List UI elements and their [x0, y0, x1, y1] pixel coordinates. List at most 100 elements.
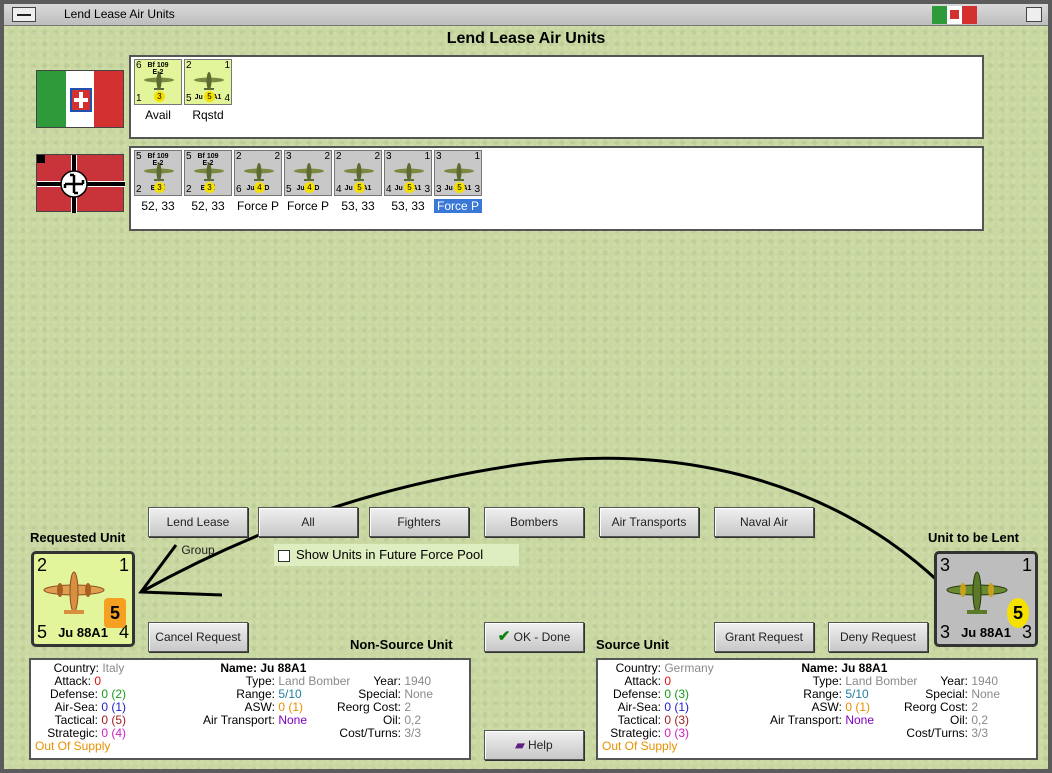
air-transport-label: Air Transport:	[202, 713, 275, 727]
counter-top-right: 2	[274, 151, 280, 162]
range-value: 5/10	[845, 687, 869, 701]
future-force-pool-checkbox[interactable]: Show Units in Future Force Pool	[274, 544, 519, 566]
unit-label: 52, 33	[191, 199, 225, 213]
unit-counter[interactable]: 52EmilBf 109 E-2352, 33	[184, 150, 232, 213]
strength-dot: 3	[204, 182, 215, 193]
page-title: Lend Lease Air Units	[446, 30, 606, 47]
filter-all-button[interactable]: All	[258, 507, 358, 537]
unit-counter[interactable]: 3143Ju 88A1553, 33	[384, 150, 432, 213]
lent-unit-counter[interactable]: 3 1 3 3 5 Ju 88A1	[934, 551, 1038, 647]
plane-icon	[344, 163, 374, 181]
counter-top-right: 2	[374, 151, 380, 162]
bomber-plane-icon	[43, 571, 105, 614]
plane-icon	[294, 163, 324, 181]
counter-top-name: Bf 109 E-2	[147, 62, 169, 76]
grant-request-button[interactable]: Grant Request	[714, 622, 814, 652]
unit-counter[interactable]: 325Ju 87D4 Force P	[284, 150, 332, 213]
close-button[interactable]	[1026, 7, 1042, 22]
name-value: Ju 88A1	[841, 661, 888, 675]
checkmark-icon: ✔	[497, 628, 511, 645]
unit-counter[interactable]: 226Ju 87D4Force P	[234, 150, 282, 213]
oil-value: 0,2	[971, 713, 989, 727]
italy-flag-mini-icon	[932, 6, 978, 24]
plane-icon	[194, 72, 224, 90]
country-value: Italy	[102, 661, 125, 675]
strategic-value: 0 (3)	[664, 726, 690, 740]
counter-top-right: 1	[424, 151, 430, 162]
country-value: Germany	[664, 661, 714, 675]
counter-top-name: Bf 109 E-2	[197, 153, 219, 167]
source-info-panel: Country: Germany Attack: 0 Defense: 0 (3…	[596, 658, 1038, 760]
help-button[interactable]: ▰ Help	[484, 730, 584, 760]
unit-to-be-lent-heading: Unit to be Lent	[928, 530, 1019, 545]
counter-top-left: 3	[386, 151, 392, 162]
ok-done-label: OK - Done	[513, 630, 571, 644]
unit-counter[interactable]: 52EmilBf 109 E-2352, 33	[134, 150, 182, 213]
unit-label: Rqstd	[192, 108, 224, 122]
system-menu-button[interactable]	[12, 7, 36, 22]
filter-naval-air-button[interactable]: Naval Air	[714, 507, 814, 537]
filter-bombers-button[interactable]: Bombers	[484, 507, 584, 537]
tactical-value: 0 (3)	[664, 713, 690, 727]
counter-face: 226Ju 87D4	[234, 150, 282, 196]
strength-dot: 5	[404, 182, 415, 193]
filter-fighters-button[interactable]: Fighters	[369, 507, 469, 537]
italy-flag-icon	[36, 70, 124, 128]
counter-top-right: 1	[474, 151, 480, 162]
strength-dot: 3	[154, 91, 165, 102]
counter-face: 325Ju 87D4	[284, 150, 332, 196]
cost-turns-value: 3/3	[404, 726, 422, 740]
help-book-icon: ▰	[515, 738, 525, 752]
deny-request-button[interactable]: Deny Request	[828, 622, 928, 652]
help-label: Help	[527, 738, 553, 752]
special-value: None	[404, 687, 434, 701]
lend-lease-window: Lend Lease Air Units Lend Lease Air Unit…	[0, 0, 1052, 773]
counter-face: 52EmilBf 109 E-23	[184, 150, 232, 196]
requested-unit-heading: Requested Unit	[30, 530, 126, 545]
counter-bottom-left: 1	[136, 93, 142, 104]
unit-label: Force P	[286, 199, 329, 213]
strength-dot: 4	[304, 182, 315, 193]
checkbox-box[interactable]	[278, 549, 290, 562]
asw-value: 0 (1)	[845, 700, 871, 714]
air-transport-value: None	[278, 713, 308, 727]
special-value: None	[971, 687, 1001, 701]
air-transport-value: None	[845, 713, 875, 727]
counter-top-name: Bf 109 E-2	[147, 153, 169, 167]
strength-badge: 5	[1007, 598, 1029, 628]
unit-counter[interactable]: 6 1 Bf 109 E-2 3 Avail	[134, 59, 182, 122]
plane-icon	[244, 163, 274, 181]
unit-counter[interactable]: 3133Ju 88A15Force P	[434, 150, 482, 213]
plane-icon	[444, 163, 474, 181]
ok-done-button[interactable]: ✔ OK - Done	[484, 622, 584, 652]
year-value: 1940	[404, 674, 432, 688]
counter-name: Ju 88A1	[58, 625, 108, 640]
counter-top-right: 1	[1021, 555, 1032, 575]
tactical-value: 0 (5)	[101, 713, 127, 727]
counter-face: 3143Ju 88A15	[384, 150, 432, 196]
checkbox-label: Show Units in Future Force Pool	[296, 547, 484, 562]
filter-air-transports-button[interactable]: Air Transports	[599, 507, 699, 537]
attack-value: 0	[664, 674, 672, 688]
cancel-request-button[interactable]: Cancel Request	[148, 622, 248, 652]
air-sea-value: 0 (1)	[664, 700, 690, 714]
unit-counter[interactable]: 2154Ju 88A15Rqstd	[184, 59, 232, 122]
counter-top-left: 2	[236, 151, 242, 162]
counter-face: 3133Ju 88A15	[434, 150, 482, 196]
lend-lease-group-button[interactable]: Lend Lease Group	[148, 507, 248, 557]
counter-face: 6 1 Bf 109 E-2 3	[134, 59, 182, 105]
strength-dot: 5	[354, 182, 365, 193]
italy-units-panel[interactable]: 61Bf 109 E-23Avail2154Ju 88A15Rqstd	[129, 55, 984, 139]
requested-unit-counter[interactable]: 2 1 5 4 5 Ju 88A1	[31, 551, 135, 647]
window-title: Lend Lease Air Units	[64, 7, 175, 21]
name-value: Ju 88A1	[260, 661, 307, 675]
reorg-cost-value: 2	[971, 700, 979, 714]
unit-label: 53, 33	[391, 199, 425, 213]
source-unit-heading: Source Unit	[596, 637, 669, 652]
germany-units-panel[interactable]: 52EmilBf 109 E-2352, 3352EmilBf 109 E-23…	[129, 146, 984, 231]
strength-badge: 5	[104, 598, 126, 628]
asw-value: 0 (1)	[278, 700, 304, 714]
unit-counter[interactable]: 224Ju 88A1553, 33	[334, 150, 382, 213]
cost-turns-value: 3/3	[971, 726, 989, 740]
strength-dot: 5	[204, 91, 215, 102]
